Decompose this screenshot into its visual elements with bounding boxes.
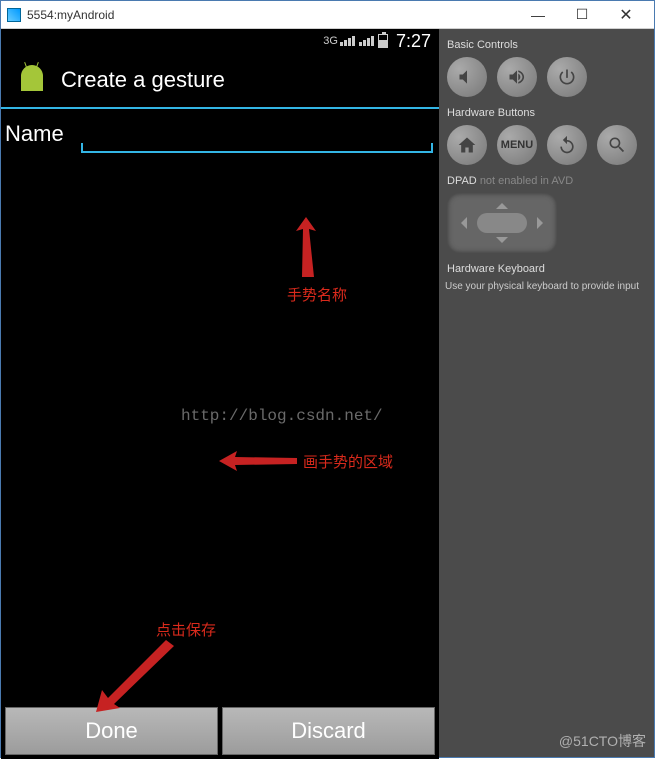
- clock: 7:27: [396, 31, 431, 52]
- name-input[interactable]: [81, 119, 433, 153]
- battery-icon: [378, 34, 388, 48]
- hardware-buttons-title: Hardware Buttons: [447, 107, 648, 119]
- dpad-down[interactable]: [496, 237, 508, 249]
- signal-icon: [359, 36, 374, 46]
- watermark-url: http://blog.csdn.net/: [181, 407, 383, 425]
- back-button[interactable]: [547, 125, 587, 165]
- discard-button[interactable]: Discard: [222, 707, 435, 755]
- titlebar: 5554:myAndroid — ☐ ✕: [1, 1, 654, 29]
- window-frame: 5554:myAndroid — ☐ ✕ 3G 7:27: [0, 0, 655, 758]
- search-button[interactable]: [597, 125, 637, 165]
- watermark-credit: @51CTO博客: [559, 731, 646, 751]
- annotation-draw: 画手势的区域: [303, 451, 393, 472]
- minimize-button[interactable]: —: [516, 5, 560, 25]
- app-bar: Create a gesture: [1, 53, 439, 107]
- dpad-left[interactable]: [455, 217, 467, 229]
- app-icon: [7, 8, 21, 22]
- maximize-button[interactable]: ☐: [560, 5, 604, 25]
- volume-down-button[interactable]: [447, 57, 487, 97]
- status-bar: 3G 7:27: [1, 29, 439, 53]
- dpad-up[interactable]: [496, 197, 508, 209]
- emulator-side-panel: Basic Controls Hardware Buttons MENU DPA…: [439, 29, 654, 757]
- home-button[interactable]: [447, 125, 487, 165]
- done-button[interactable]: Done: [5, 707, 218, 755]
- dpad-center[interactable]: [477, 213, 527, 233]
- close-button[interactable]: ✕: [604, 5, 648, 25]
- menu-button[interactable]: MENU: [497, 125, 537, 165]
- device-screen: 3G 7:27 Create a gesture Name: [1, 29, 439, 759]
- dpad: [447, 193, 557, 253]
- dpad-right[interactable]: [537, 217, 549, 229]
- arrow-save-icon: [96, 634, 186, 714]
- name-label: Name: [1, 121, 81, 153]
- window-content: 3G 7:27 Create a gesture Name: [1, 29, 654, 757]
- basic-controls-title: Basic Controls: [447, 39, 648, 51]
- annotation-name: 手势名称: [287, 284, 347, 305]
- volume-up-button[interactable]: [497, 57, 537, 97]
- arrow-draw-icon: [219, 449, 299, 473]
- button-bar: Done Discard: [1, 703, 439, 759]
- power-button[interactable]: [547, 57, 587, 97]
- network-3g-icon: 3G: [323, 35, 355, 47]
- window-title: 5554:myAndroid: [27, 8, 114, 22]
- keyboard-note: Use your physical keyboard to provide in…: [445, 281, 648, 292]
- keyboard-title: Hardware Keyboard: [447, 263, 648, 275]
- app-title: Create a gesture: [61, 67, 225, 93]
- name-row: Name: [1, 109, 439, 153]
- arrow-name-icon: [276, 217, 336, 287]
- dpad-title: DPAD not enabled in AVD: [447, 175, 648, 187]
- android-icon: [15, 63, 49, 97]
